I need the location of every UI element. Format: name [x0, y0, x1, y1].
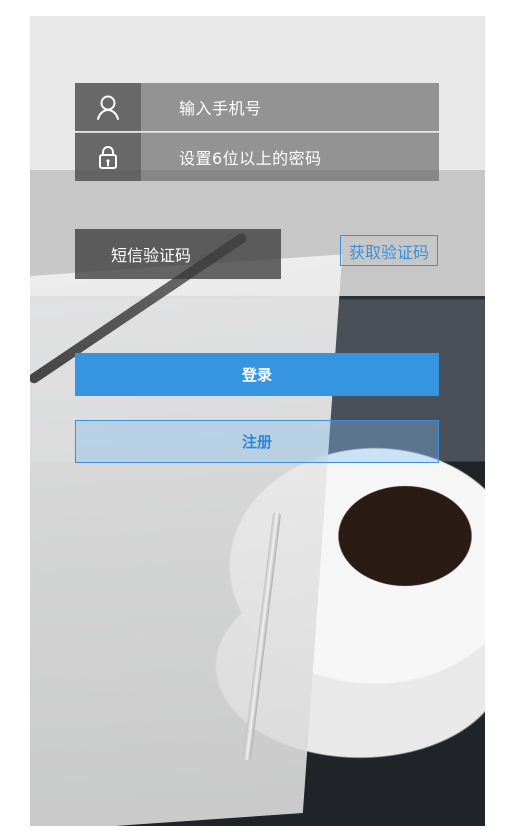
user-icon	[75, 83, 141, 131]
background-newspaper	[30, 254, 343, 826]
login-button[interactable]: 登录	[75, 353, 439, 396]
get-code-button[interactable]: 获取验证码	[340, 235, 438, 266]
password-input-placeholder: 设置6位以上的密码	[179, 149, 322, 168]
sms-code-field[interactable]: 短信验证码	[75, 229, 281, 279]
lock-icon	[75, 133, 141, 181]
password-field[interactable]: 设置6位以上的密码	[75, 132, 439, 181]
sms-code-placeholder: 短信验证码	[111, 246, 192, 265]
app-screen: 输入手机号 设置6位以上的密码 短信验证码 获取验证码 登录 注册	[30, 16, 485, 826]
register-button[interactable]: 注册	[75, 420, 439, 463]
phone-input-placeholder: 输入手机号	[179, 99, 262, 118]
phone-field[interactable]: 输入手机号	[75, 83, 439, 131]
